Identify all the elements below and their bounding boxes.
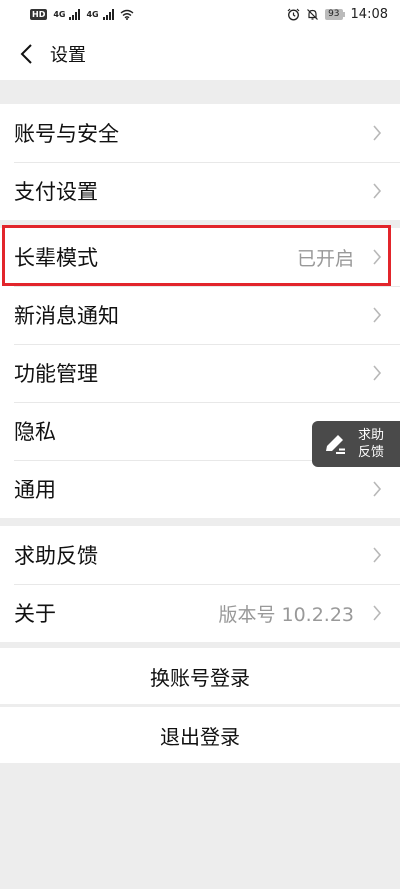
floating-help-line1: 求助 (358, 428, 385, 443)
page-title: 设置 (50, 45, 86, 66)
status-time: 14:08 (350, 6, 388, 22)
version-number: 版本号 10.2.23 (218, 603, 354, 626)
chevron-right-icon (373, 605, 382, 621)
status-left: HD 4G 4G (30, 8, 134, 20)
network-type-2: 4G (86, 9, 99, 19)
row-label: 长辈模式 (14, 246, 98, 270)
floating-help-feedback-button[interactable]: 求助 反馈 (312, 421, 400, 467)
status-right: 93 14:08 (287, 7, 388, 22)
battery-icon: 93 (325, 8, 345, 20)
status-bar: HD 4G 4G 93 14:08 (0, 0, 400, 28)
row-label: 求助反馈 (14, 544, 98, 568)
logout-button[interactable]: 退出登录 (0, 707, 400, 763)
chevron-right-icon (373, 481, 382, 497)
settings-row-payment[interactable]: 支付设置 (0, 162, 400, 220)
battery-level: 93 (325, 8, 343, 20)
row-label: 新消息通知 (14, 304, 119, 328)
settings-row-help-feedback[interactable]: 求助反馈 (0, 526, 400, 584)
settings-row-elder-mode[interactable]: 长辈模式 已开启 (0, 228, 400, 286)
row-label: 关于 (14, 602, 56, 626)
back-button[interactable] (6, 28, 46, 80)
back-arrow-icon (20, 44, 32, 64)
chevron-right-icon (373, 249, 382, 265)
chevron-right-icon (373, 307, 382, 323)
wifi-icon (120, 9, 134, 20)
chevron-right-icon (373, 183, 382, 199)
mute-bell-icon (307, 8, 319, 20)
settings-row-about[interactable]: 关于 版本号 10.2.23 (0, 584, 400, 642)
hd-badge: HD (30, 8, 48, 20)
switch-account-button[interactable]: 换账号登录 (0, 648, 400, 704)
floating-help-line2: 反馈 (358, 445, 385, 460)
header: 设置 (0, 28, 400, 80)
settings-group-about: 求助反馈 关于 版本号 10.2.23 (0, 526, 400, 642)
signal-icon (69, 8, 81, 20)
alarm-icon (287, 8, 300, 20)
settings-row-general[interactable]: 通用 (0, 460, 400, 518)
settings-group-general: 长辈模式 已开启 新消息通知 功能管理 隐私 通用 (0, 228, 400, 518)
settings-row-account-security[interactable]: 账号与安全 (0, 104, 400, 162)
chevron-right-icon (373, 365, 382, 381)
chevron-right-icon (373, 547, 382, 563)
row-label: 支付设置 (14, 180, 98, 204)
chevron-right-icon (373, 125, 382, 141)
row-value: 已开启 (296, 247, 354, 270)
settings-row-feature-management[interactable]: 功能管理 (0, 344, 400, 402)
network-type-1: 4G (53, 9, 66, 19)
row-label: 通用 (14, 478, 56, 502)
signal-icon (102, 8, 114, 20)
row-label: 账号与安全 (14, 122, 119, 146)
settings-row-notifications[interactable]: 新消息通知 (0, 286, 400, 344)
edit-pen-icon (326, 435, 345, 454)
row-label: 隐私 (14, 420, 56, 444)
row-label: 功能管理 (14, 362, 98, 386)
settings-group-account: 账号与安全 支付设置 (0, 104, 400, 220)
floating-help-label: 求助 反馈 (358, 427, 384, 461)
